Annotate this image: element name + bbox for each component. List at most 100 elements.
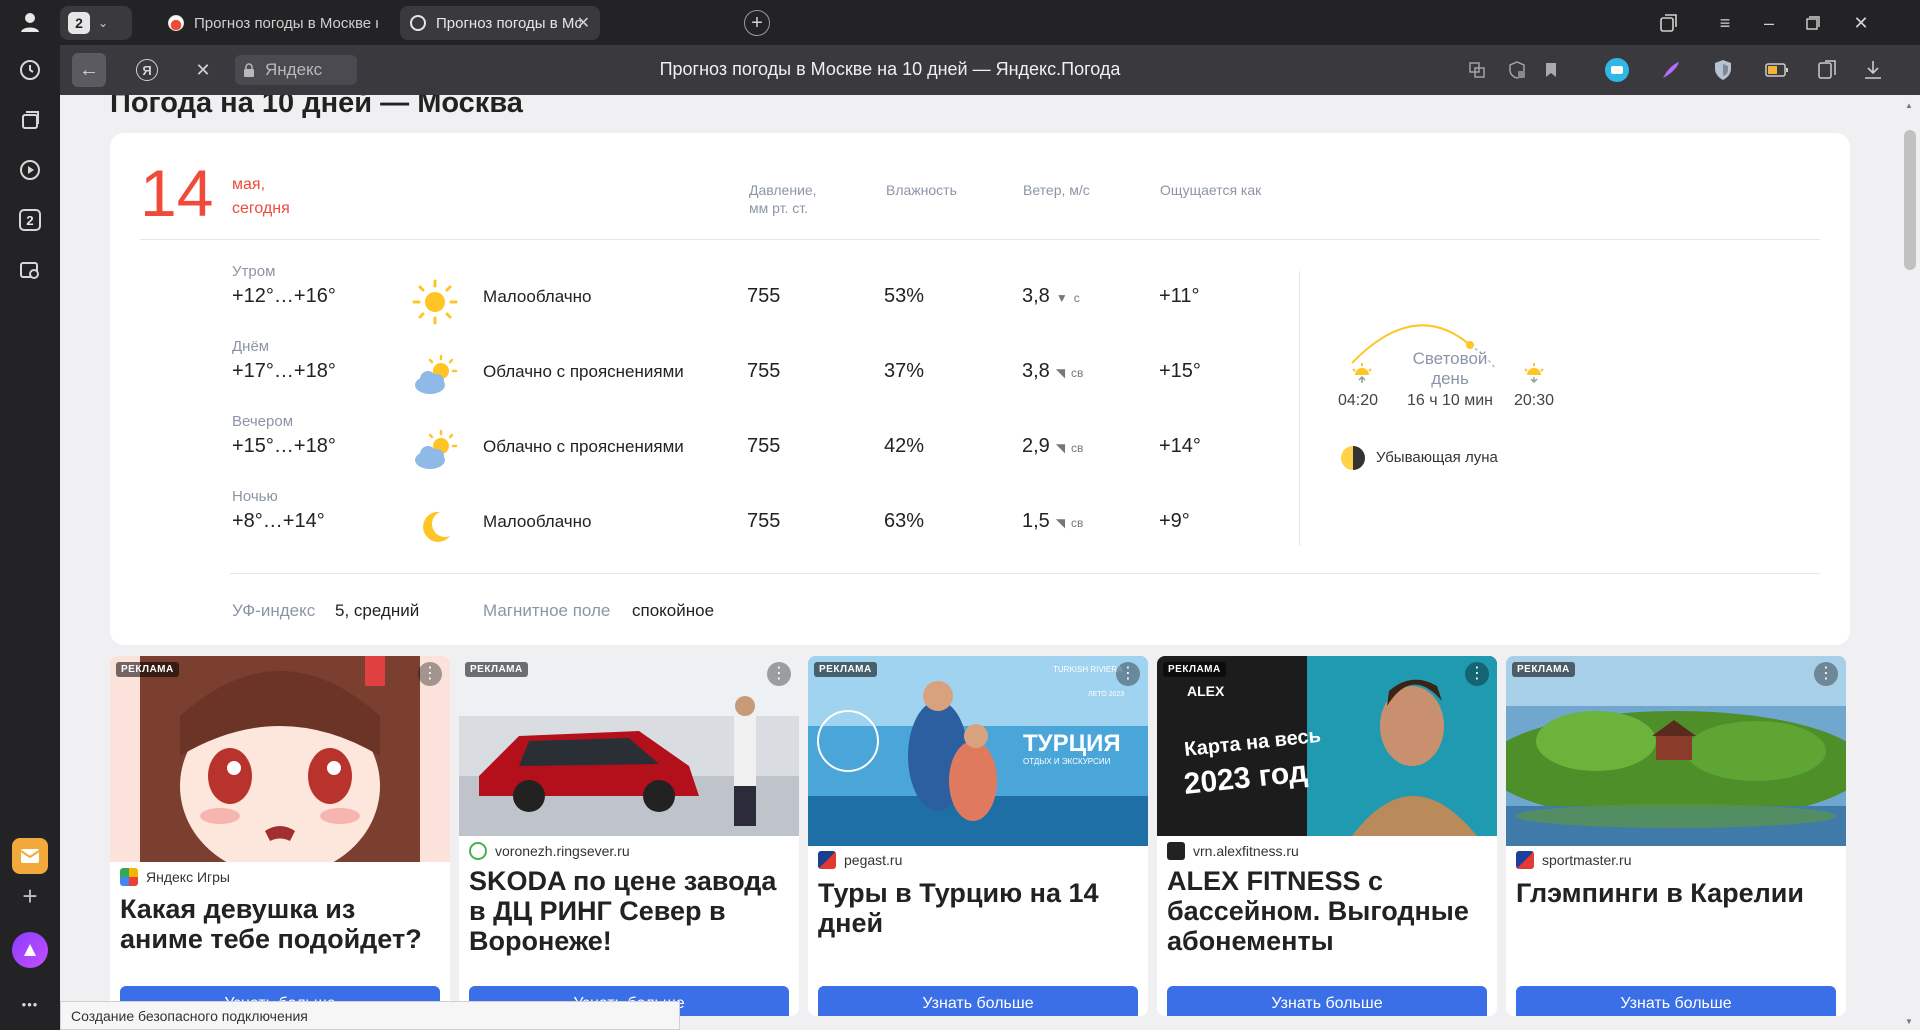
mail-icon[interactable] <box>12 838 48 874</box>
collections-icon[interactable] <box>14 104 46 136</box>
tab-1[interactable]: Прогноз погоды в Москве на 10 дней — Янд… <box>158 6 388 40</box>
yandex-games-logo-icon <box>120 868 138 886</box>
yandex-logo-icon[interactable]: Я <box>132 55 162 85</box>
turkey-tour-image: ТУРЦИЯ ОТДЫХ И ЭКСКУРСИИ TURKISH RIVIERA… <box>808 656 1148 846</box>
row-humidity: 53% <box>884 285 925 307</box>
ad-menu-icon[interactable]: ⋮ <box>1465 662 1489 686</box>
learn-more-button[interactable]: Узнать больше <box>1516 986 1836 1016</box>
collections-tab-icon[interactable] <box>1656 10 1682 36</box>
day-label: сегодня <box>232 200 290 217</box>
ad-title[interactable]: SKODA по цене завода в ДЦ РИНГ Север в В… <box>469 866 789 956</box>
scrollbar[interactable]: ▲ ▼ <box>1900 95 1920 1030</box>
tab-count: 2 <box>68 12 90 34</box>
row-wind: 1,5 ◥ св <box>1022 510 1083 533</box>
sunrise-time: 04:20 <box>1338 392 1379 409</box>
forecast-row-day: Днём +17°…+18° Облачно с прояснениями 75… <box>110 338 1310 398</box>
header-pressure: Давление, мм рт. ст. <box>749 181 817 217</box>
row-wind: 3,8 ▼ с <box>1022 285 1080 308</box>
sunset-time: 20:30 <box>1514 392 1555 409</box>
protect-icon[interactable] <box>1504 57 1530 83</box>
download-icon[interactable] <box>1858 55 1888 85</box>
row-wind: 3,8 ◥ св <box>1022 360 1083 383</box>
ad-card[interactable]: ALEX Карта на весь 2023 год РЕКЛАМА ⋮ vr… <box>1157 656 1497 1016</box>
scrollbar-thumb[interactable] <box>1904 130 1916 270</box>
ad-title[interactable]: ALEX FITNESS с бассейном. Выгодные абоне… <box>1167 866 1487 956</box>
alex-fitness-image: ALEX Карта на весь 2023 год <box>1157 656 1497 836</box>
ad-source-label: Яндекс Игры <box>146 869 230 885</box>
more-icon[interactable]: ••• <box>14 988 46 1020</box>
ad-menu-icon[interactable]: ⋮ <box>1116 662 1140 686</box>
header-feels: Ощущается как <box>1160 182 1262 198</box>
ad-source: sportmaster.ru <box>1516 851 1631 869</box>
daylight-duration: 16 ч 10 мин <box>1406 392 1494 409</box>
add-panel-icon[interactable]: + <box>14 880 46 912</box>
reader-icon[interactable] <box>1812 55 1842 85</box>
bookmark-icon[interactable] <box>1538 57 1564 83</box>
battery-icon[interactable] <box>1762 55 1792 85</box>
img-text-turkey: ТУРЦИЯ <box>1023 730 1121 757</box>
ad-menu-icon[interactable]: ⋮ <box>1814 662 1838 686</box>
loading-icon <box>410 15 426 31</box>
row-condition: Облачно с прояснениями <box>483 437 684 456</box>
row-temp: +17°…+18° <box>232 360 336 382</box>
learn-more-button[interactable]: Узнать больше <box>818 986 1138 1016</box>
alex-logo-icon <box>1167 842 1185 860</box>
tab-close-icon[interactable]: ✕ <box>577 13 590 33</box>
menu-icon[interactable]: ≡ <box>1712 10 1738 36</box>
history-icon[interactable] <box>14 54 46 86</box>
quill-icon[interactable] <box>1656 55 1686 85</box>
wind-arrow-icon: ◥ <box>1055 441 1066 455</box>
ad-card[interactable]: РЕКЛАМА ⋮ voronezh.ringsever.ru SKODA по… <box>459 656 799 1016</box>
close-window-icon[interactable]: ✕ <box>1848 10 1874 36</box>
site-badge[interactable]: Яндекс <box>235 55 357 85</box>
column-divider <box>1299 271 1300 546</box>
ad-menu-icon[interactable]: ⋮ <box>767 662 791 686</box>
status-bar: Создание безопасного подключения <box>60 1001 680 1030</box>
header-wind: Ветер, м/с <box>1023 182 1090 198</box>
scroll-down-icon[interactable]: ▼ <box>1905 1017 1913 1026</box>
ad-card[interactable]: РЕКЛАМА ⋮ Яндекс Игры Какая девушка из а… <box>110 656 450 1016</box>
new-tab-icon[interactable]: + <box>744 10 770 36</box>
minimize-icon[interactable]: – <box>1756 10 1782 36</box>
ad-card[interactable]: ТУРЦИЯ ОТДЫХ И ЭКСКУРСИИ TURKISH RIVIERA… <box>808 656 1148 1016</box>
skoda-car-image <box>459 656 799 836</box>
row-temp: +8°…+14° <box>232 510 325 532</box>
alice-icon[interactable] <box>12 932 48 968</box>
translate-icon[interactable] <box>1464 57 1490 83</box>
anime-girl-image <box>110 656 450 862</box>
ad-title[interactable]: Какая девушка из аниме тебе подойдет? <box>120 894 440 954</box>
learn-more-button[interactable]: Узнать больше <box>1167 986 1487 1016</box>
header-pressure-line1: Давление, <box>749 182 817 198</box>
ad-menu-icon[interactable]: ⋮ <box>418 662 442 686</box>
stop-loading-icon[interactable]: ✕ <box>190 57 216 83</box>
ad-badge: РЕКЛАМА <box>1512 662 1575 677</box>
row-wind-dir: св <box>1071 366 1084 380</box>
ad-title[interactable]: Туры в Турцию на 14 дней <box>818 878 1138 938</box>
tab-1-title: Прогноз погоды в Москве на 10 дней — Янд… <box>194 14 378 32</box>
shield-icon[interactable] <box>1708 55 1738 85</box>
tabs-counter-icon[interactable]: 2 <box>14 204 46 236</box>
ad-badge: РЕКЛАМА <box>116 662 179 677</box>
screenshot-icon[interactable] <box>14 254 46 286</box>
ad-source-label: voronezh.ringsever.ru <box>495 843 630 859</box>
sportmaster-logo-icon <box>1516 851 1534 869</box>
tab-2-title: Прогноз погоды в Москве на 10 дней — Янд… <box>436 14 581 32</box>
video-icon[interactable] <box>14 154 46 186</box>
glamping-image <box>1506 656 1846 846</box>
tab-2[interactable]: Прогноз погоды в Москве на 10 дней — Янд… <box>400 6 600 40</box>
profile-icon[interactable] <box>14 6 46 38</box>
back-button[interactable]: ← <box>72 53 106 87</box>
row-humidity: 42% <box>884 435 925 457</box>
page-title[interactable]: Прогноз погоды в Москве на 10 дней — Янд… <box>540 59 1240 80</box>
ad-source-label: sportmaster.ru <box>1542 852 1632 868</box>
uv-value: 5, средний <box>335 601 420 620</box>
ad-source: vrn.alexfitness.ru <box>1167 842 1299 860</box>
row-temp: +15°…+18° <box>232 435 336 457</box>
scroll-up-icon[interactable]: ▲ <box>1905 101 1913 110</box>
ad-card[interactable]: РЕКЛАМА ⋮ sportmaster.ru Глэмпинги в Кар… <box>1506 656 1846 1016</box>
restore-icon[interactable] <box>1800 10 1826 36</box>
ad-title[interactable]: Глэмпинги в Карелии <box>1516 878 1836 908</box>
messenger-icon[interactable] <box>1602 55 1632 85</box>
tab-group-button[interactable]: 2 ⌄ <box>60 6 132 40</box>
img-text-alex: ALEX <box>1187 683 1225 699</box>
